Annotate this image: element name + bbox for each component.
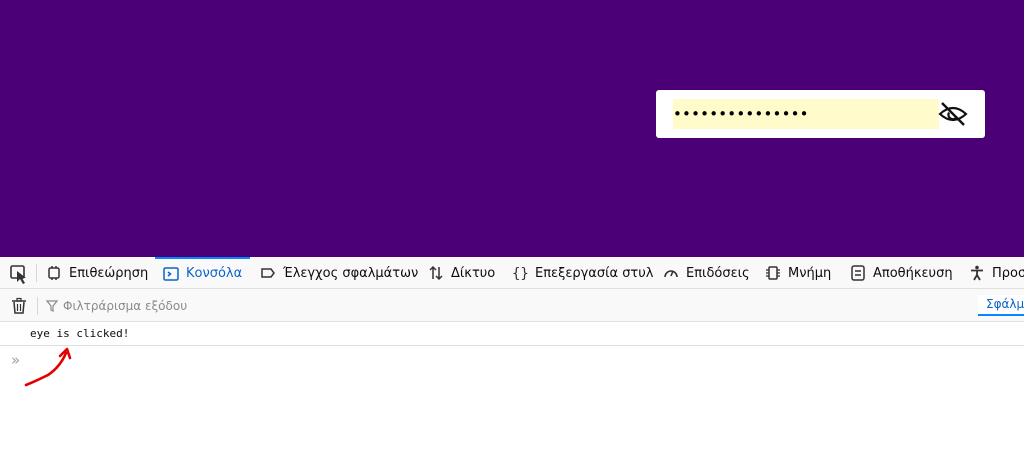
- page-viewport: •••••••••••••••: [0, 0, 1024, 257]
- tab-style-editor[interactable]: {} Επεξεργασία στυλ: [512, 257, 654, 288]
- tab-label: Προσ: [992, 265, 1024, 281]
- trash-icon[interactable]: [9, 296, 29, 316]
- network-icon: [429, 265, 443, 281]
- log-message: eye is clicked!: [30, 327, 130, 340]
- console-input-row[interactable]: »: [0, 347, 1024, 371]
- password-card: •••••••••••••••: [656, 90, 985, 138]
- debugger-icon: [261, 268, 275, 278]
- console-filterbar: Σφάλμ: [0, 289, 1024, 322]
- tab-inspector[interactable]: Επιθεώρηση: [46, 257, 149, 288]
- tab-accessibility[interactable]: Προσ: [969, 257, 1024, 288]
- tab-label: Επιδόσεις: [686, 265, 750, 281]
- tab-label: Κονσόλα: [186, 265, 243, 281]
- tab-debugger[interactable]: Έλεγχος σφαλμάτων: [260, 257, 419, 288]
- tab-label: Μνήμη: [788, 265, 832, 281]
- memory-icon: [766, 266, 780, 280]
- style-editor-icon: {}: [512, 266, 528, 281]
- eye-slash-icon[interactable]: [937, 99, 969, 129]
- tabbar-separator: [36, 264, 37, 282]
- performance-icon: [664, 270, 678, 278]
- filter-input[interactable]: [63, 299, 363, 313]
- tab-console[interactable]: Κονσόλα: [155, 257, 251, 288]
- tab-label: Δίκτυο: [451, 265, 496, 281]
- filterbar-separator: [37, 297, 38, 315]
- accessibility-icon: [971, 265, 983, 281]
- errors-filter-button[interactable]: Σφάλμ: [978, 295, 1024, 316]
- devtools-panel: Επιθεώρηση Κονσόλα Έλεγχος σφαλμάτων Δίκ…: [0, 257, 1024, 460]
- tab-performance[interactable]: Επιδόσεις: [663, 257, 750, 288]
- password-masked-value: •••••••••••••••: [673, 105, 809, 123]
- inspector-icon: [48, 266, 60, 280]
- filter-icon: [46, 300, 58, 312]
- storage-icon: [851, 265, 865, 281]
- tab-label: Έλεγχος σφαλμάτων: [283, 265, 419, 281]
- tab-label: Επιθεώρηση: [69, 265, 149, 281]
- svg-text:{}: {}: [512, 266, 528, 281]
- element-picker-icon[interactable]: [4, 257, 34, 288]
- console-log-row: eye is clicked!: [0, 322, 1024, 346]
- console-icon: [163, 267, 179, 281]
- devtools-tabbar: Επιθεώρηση Κονσόλα Έλεγχος σφαλμάτων Δίκ…: [0, 257, 1024, 289]
- tab-label: Αποθήκευση: [873, 265, 953, 281]
- tab-label: Επεξεργασία στυλ: [535, 265, 654, 281]
- chevron-right-icon: »: [11, 351, 21, 369]
- filter-box[interactable]: [46, 296, 363, 316]
- tab-memory[interactable]: Μνήμη: [765, 257, 832, 288]
- tab-network[interactable]: Δίκτυο: [428, 257, 496, 288]
- tab-storage[interactable]: Αποθήκευση: [850, 257, 953, 288]
